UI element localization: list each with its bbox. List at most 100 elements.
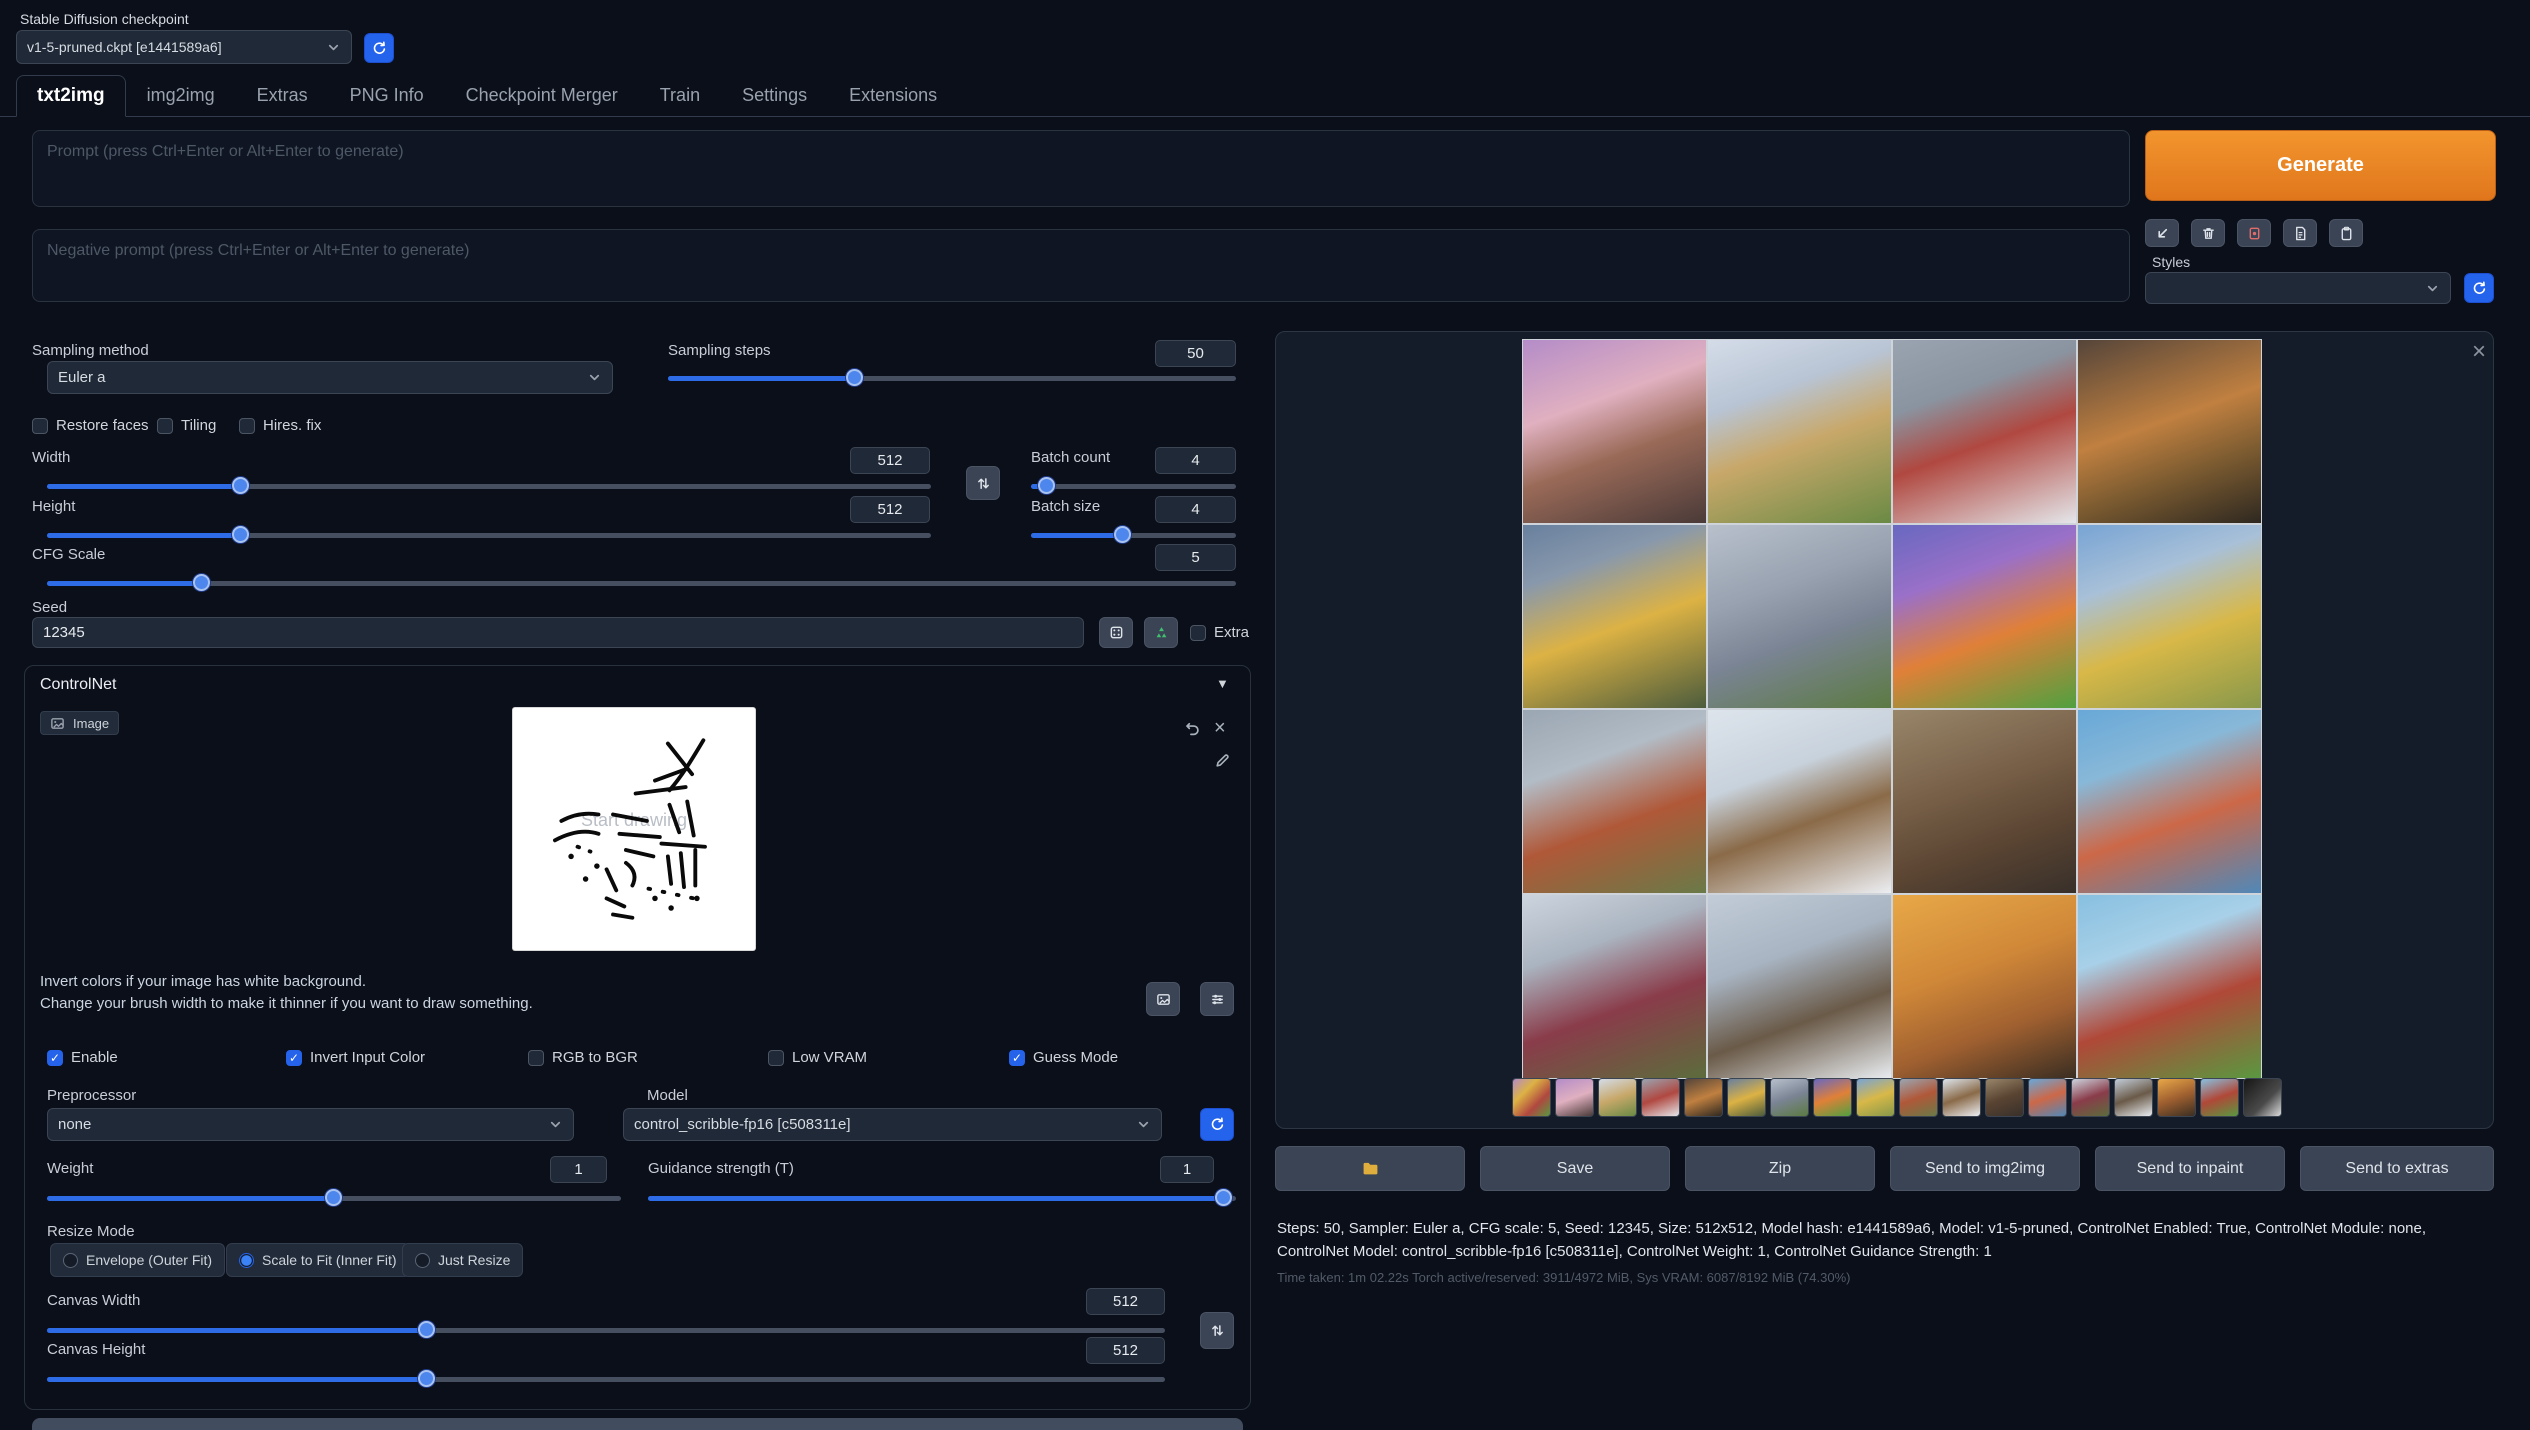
gallery-image[interactable] bbox=[1893, 710, 2076, 893]
guidance-strength-number[interactable]: 1 bbox=[1160, 1156, 1214, 1183]
gallery-thumbnail[interactable] bbox=[1555, 1078, 1594, 1117]
batch-count-number[interactable]: 4 bbox=[1155, 447, 1236, 474]
gallery-image[interactable] bbox=[1893, 525, 2076, 708]
resize-mode-envelope-radio[interactable]: Envelope (Outer Fit) bbox=[50, 1243, 225, 1277]
random-seed-button[interactable] bbox=[1099, 617, 1133, 648]
tab-train[interactable]: Train bbox=[639, 75, 721, 116]
sampling-method-dropdown[interactable]: Euler a bbox=[47, 361, 613, 394]
gallery-image[interactable] bbox=[2078, 525, 2261, 708]
width-number[interactable]: 512 bbox=[850, 447, 930, 474]
save-style-button[interactable] bbox=[2329, 219, 2363, 247]
zip-button[interactable]: Zip bbox=[1685, 1146, 1875, 1191]
next-section-header[interactable] bbox=[32, 1418, 1243, 1430]
tab-txt2img[interactable]: txt2img bbox=[16, 75, 126, 117]
save-button[interactable]: Save bbox=[1480, 1146, 1670, 1191]
generate-button[interactable]: Generate bbox=[2145, 130, 2496, 201]
guidance-strength-slider[interactable] bbox=[648, 1189, 1236, 1207]
cfg-scale-number[interactable]: 5 bbox=[1155, 544, 1236, 571]
gallery-thumbnail[interactable] bbox=[1985, 1078, 2024, 1117]
refresh-styles-button[interactable] bbox=[2464, 273, 2494, 303]
weight-slider[interactable] bbox=[47, 1189, 621, 1207]
gallery-image[interactable] bbox=[2078, 710, 2261, 893]
styles-dropdown[interactable] bbox=[2145, 272, 2451, 304]
extra-networks-button[interactable] bbox=[2237, 219, 2271, 247]
tab-settings[interactable]: Settings bbox=[721, 75, 828, 116]
slider-knob[interactable] bbox=[418, 1370, 435, 1387]
canvas-width-slider[interactable] bbox=[47, 1321, 1165, 1339]
batch-size-slider[interactable] bbox=[1031, 526, 1236, 544]
gallery-image[interactable] bbox=[2078, 895, 2261, 1078]
gallery-thumbnail[interactable] bbox=[1856, 1078, 1895, 1117]
canvas-width-number[interactable]: 512 bbox=[1086, 1288, 1165, 1315]
gallery-thumbnail[interactable] bbox=[2028, 1078, 2067, 1117]
resize-mode-scale-to-fit-radio[interactable]: Scale to Fit (Inner Fit) bbox=[226, 1243, 410, 1277]
gallery-thumbnail[interactable] bbox=[2114, 1078, 2153, 1117]
guess-mode-checkbox[interactable]: ✓ Guess Mode bbox=[1009, 1049, 1118, 1066]
clear-prompt-button[interactable] bbox=[2191, 219, 2225, 247]
low-vram-checkbox[interactable]: Low VRAM bbox=[768, 1049, 867, 1066]
tab-checkpoint-merger[interactable]: Checkpoint Merger bbox=[445, 75, 639, 116]
send-to-extras-button[interactable]: Send to extras bbox=[2300, 1146, 2494, 1191]
tab-extras[interactable]: Extras bbox=[236, 75, 329, 116]
preprocessor-dropdown[interactable]: none bbox=[47, 1108, 574, 1141]
width-slider[interactable] bbox=[47, 477, 931, 495]
slider-knob[interactable] bbox=[418, 1321, 435, 1338]
rgb-to-bgr-checkbox[interactable]: RGB to BGR bbox=[528, 1049, 638, 1066]
model-dropdown[interactable]: control_scribble-fp16 [c508311e] bbox=[623, 1108, 1162, 1141]
send-to-img2img-button[interactable]: Send to img2img bbox=[1890, 1146, 2080, 1191]
close-gallery-button[interactable]: × bbox=[2472, 340, 2486, 364]
gallery-thumbnail[interactable] bbox=[2071, 1078, 2110, 1117]
height-slider[interactable] bbox=[47, 526, 931, 544]
canvas-settings-button[interactable] bbox=[1200, 982, 1234, 1016]
swap-canvas-dims-button[interactable] bbox=[1200, 1312, 1234, 1349]
swap-width-height-button[interactable] bbox=[966, 466, 1000, 500]
weight-number[interactable]: 1 bbox=[550, 1156, 607, 1183]
gallery-thumbnail[interactable] bbox=[1942, 1078, 1981, 1117]
hires-fix-checkbox[interactable]: Hires. fix bbox=[239, 417, 321, 434]
gallery-image[interactable] bbox=[1708, 710, 1891, 893]
gallery-thumbnail[interactable] bbox=[1813, 1078, 1852, 1117]
checkpoint-dropdown[interactable]: v1-5-pruned.ckpt [e1441589a6] bbox=[16, 30, 352, 64]
paste-params-button[interactable] bbox=[2145, 219, 2179, 247]
brush-button[interactable] bbox=[1214, 752, 1231, 772]
prompt-input[interactable] bbox=[32, 130, 2130, 207]
controlnet-enable-checkbox[interactable]: ✓ Enable bbox=[47, 1049, 118, 1066]
slider-knob[interactable] bbox=[846, 369, 863, 386]
gallery-thumbnail[interactable] bbox=[1641, 1078, 1680, 1117]
gallery-image[interactable] bbox=[1708, 525, 1891, 708]
slider-knob[interactable] bbox=[232, 526, 249, 543]
refresh-checkpoint-button[interactable] bbox=[364, 33, 394, 63]
batch-count-slider[interactable] bbox=[1031, 477, 1236, 495]
invert-input-color-checkbox[interactable]: ✓ Invert Input Color bbox=[286, 1049, 425, 1066]
controlnet-image-tab[interactable]: Image bbox=[40, 711, 119, 735]
gallery-thumbnail[interactable] bbox=[1899, 1078, 1938, 1117]
reuse-seed-button[interactable] bbox=[1144, 617, 1178, 648]
send-to-inpaint-button[interactable]: Send to inpaint bbox=[2095, 1146, 2285, 1191]
gallery-image[interactable] bbox=[1893, 340, 2076, 523]
tab-img2img[interactable]: img2img bbox=[126, 75, 236, 116]
cfg-scale-slider[interactable] bbox=[47, 574, 1236, 592]
tab-extensions[interactable]: Extensions bbox=[828, 75, 958, 116]
gallery-thumbnail[interactable] bbox=[1598, 1078, 1637, 1117]
sampling-steps-number[interactable]: 50 bbox=[1155, 340, 1236, 367]
seed-input[interactable] bbox=[32, 617, 1084, 648]
gallery-thumbnail[interactable] bbox=[1727, 1078, 1766, 1117]
gallery-thumbnail[interactable] bbox=[2157, 1078, 2196, 1117]
gallery-thumbnail[interactable] bbox=[2243, 1078, 2282, 1117]
open-folder-button[interactable] bbox=[1275, 1146, 1465, 1191]
controlnet-canvas[interactable]: Start drawing bbox=[513, 708, 755, 950]
gallery-thumbnail[interactable] bbox=[2200, 1078, 2239, 1117]
new-canvas-button[interactable] bbox=[1146, 982, 1180, 1016]
seed-extra-checkbox[interactable]: Extra bbox=[1190, 624, 1249, 641]
slider-knob[interactable] bbox=[1114, 526, 1131, 543]
gallery-image[interactable] bbox=[1708, 340, 1891, 523]
gallery-thumbnail[interactable] bbox=[1512, 1078, 1551, 1117]
gallery-image[interactable] bbox=[1523, 895, 1706, 1078]
gallery-image[interactable] bbox=[1708, 895, 1891, 1078]
accordion-caret-icon[interactable]: ▼ bbox=[1216, 676, 1229, 691]
gallery-image[interactable] bbox=[1893, 895, 2076, 1078]
gallery-thumbnail[interactable] bbox=[1684, 1078, 1723, 1117]
gallery-image[interactable] bbox=[2078, 340, 2261, 523]
gallery-image[interactable] bbox=[1523, 710, 1706, 893]
undo-drawing-button[interactable] bbox=[1184, 720, 1201, 740]
